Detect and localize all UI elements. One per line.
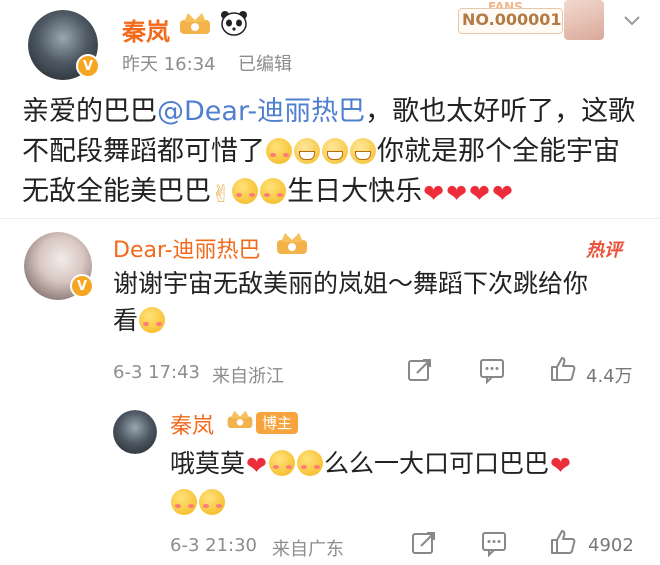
emoji-grin-icon (294, 138, 320, 164)
reply-text-b: 么么一大口可口巴巴 (323, 449, 549, 478)
heart-icon: ❤ (549, 451, 571, 480)
crown-icon (277, 233, 307, 254)
victory-hand-icon: ✌ (211, 180, 232, 208)
emoji-cute-icon (266, 138, 292, 164)
emoji-cute-icon (199, 489, 225, 515)
like-icon[interactable] (548, 527, 578, 557)
comment-text-line2: 看 (113, 306, 139, 335)
post-text-line3-b: 生日大快乐 (287, 176, 423, 207)
fans-badge-card[interactable]: FANS NO.000001 (448, 0, 608, 40)
mention-link[interactable]: @Dear-迪丽热巴 (157, 96, 365, 127)
crown-icon (227, 410, 253, 429)
comment-like-count: 4.4万 (586, 366, 633, 387)
reply-author-avatar[interactable] (113, 410, 157, 454)
reply-location: 来自广东 (272, 539, 344, 560)
comment-date: 6-3 17:43 (113, 362, 200, 383)
post-text-line1-b: ，歌也太好听了，这歌 (365, 96, 636, 127)
emoji-cute-icon (296, 450, 323, 476)
post-text-line3-a: 无敌全能美巴巴 (22, 176, 211, 207)
post-author-name[interactable]: 秦岚 (122, 12, 170, 47)
post-text-line1-a: 亲爱的巴巴 (22, 96, 157, 127)
host-badge: 博主 (256, 412, 299, 434)
emoji-cute-icon (139, 307, 166, 333)
post-text: 亲爱的巴巴@Dear-迪丽热巴，歌也太好听了，这歌 不配段舞蹈都可惜了 你就是那个… (22, 92, 652, 214)
emoji-grin-icon (350, 138, 376, 164)
share-icon[interactable] (406, 356, 434, 384)
hot-comment-tag: 热评 (586, 240, 622, 261)
emoji-grin-icon (322, 138, 348, 164)
verified-icon: V (76, 54, 100, 78)
comment-icon[interactable] (478, 356, 506, 384)
heart-icon: ❤ (491, 179, 513, 208)
post-text-line2-b: 你就是那个全能宇宙 (377, 136, 620, 167)
verified-icon: V (70, 274, 94, 298)
post-edited-label[interactable]: 已编辑 (238, 50, 292, 76)
comment-location: 来自浙江 (212, 366, 284, 387)
fans-card-image (564, 0, 604, 40)
reply-text: 哦莫莫❤ 么么一大口可口巴巴❤ (170, 445, 640, 521)
panda-icon (221, 11, 247, 36)
reply-like-count: 4902 (588, 535, 634, 556)
comment-icon[interactable] (480, 529, 508, 557)
reply-author-name[interactable]: 秦岚 (170, 408, 214, 440)
heart-icon: ❤ (446, 179, 468, 208)
section-divider (0, 218, 660, 219)
heart-icon: ❤ (469, 179, 490, 208)
share-icon[interactable] (410, 529, 438, 557)
comment-text: 谢谢宇宙无敌美丽的岚姐～舞蹈下次跳给你 看 (113, 265, 653, 339)
comment-author-name[interactable]: Dear-迪丽热巴 (113, 232, 261, 264)
emoji-cute-icon (260, 178, 287, 204)
emoji-cute-icon (232, 178, 259, 204)
like-icon[interactable] (548, 354, 578, 384)
reply-text-a: 哦莫莫 (170, 449, 246, 478)
comment-text-line1: 谢谢宇宙无敌美丽的岚姐～舞蹈下次跳给你 (113, 269, 589, 298)
heart-icon: ❤ (423, 179, 445, 208)
emoji-cute-icon (171, 489, 197, 515)
reply-date: 6-3 21:30 (170, 535, 257, 556)
chevron-down-icon[interactable] (622, 14, 642, 28)
fans-number: NO.000001 (462, 10, 562, 29)
emoji-cute-icon (268, 450, 295, 476)
heart-icon: ❤ (246, 451, 267, 480)
post-text-line2-a: 不配段舞蹈都可惜了 (22, 136, 265, 167)
crown-icon (180, 13, 210, 34)
post-time: 昨天 16:34 (122, 54, 216, 75)
